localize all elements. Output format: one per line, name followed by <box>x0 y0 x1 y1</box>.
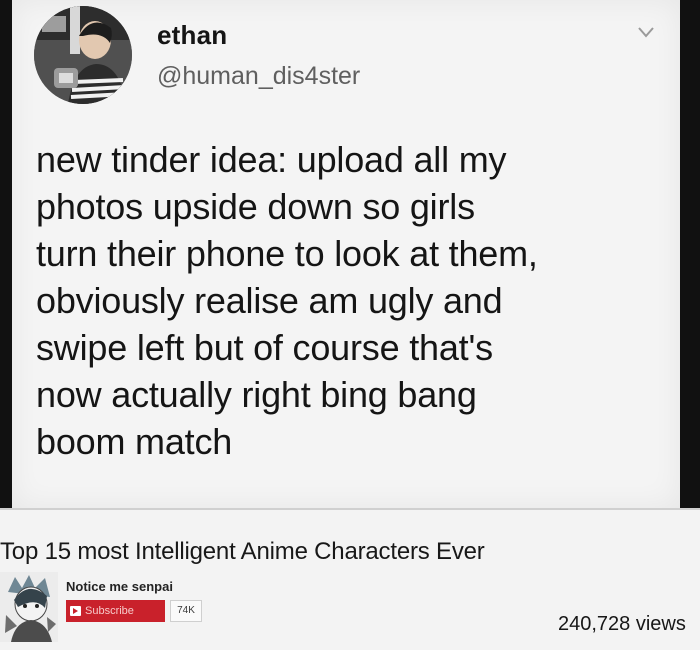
anime-avatar-icon <box>0 572 58 642</box>
video-title[interactable]: Top 15 most Intelligent Anime Characters… <box>0 538 485 566</box>
user-handle[interactable]: @human_dis4ster <box>157 62 360 91</box>
video-info-panel: Top 15 most Intelligent Anime Characters… <box>0 510 700 650</box>
user-avatar[interactable] <box>34 6 132 104</box>
display-name[interactable]: ethan <box>157 20 227 51</box>
play-icon <box>70 606 81 616</box>
tweet-line: obviously realise am ugly and <box>36 280 503 321</box>
user-photo-icon <box>34 6 132 104</box>
channel-avatar[interactable] <box>0 572 58 642</box>
tweet-line: turn their phone to look at them, <box>36 233 538 274</box>
channel-name[interactable]: Notice me senpai <box>66 579 173 594</box>
tweet-screenshot-frame: ethan @human_dis4ster new tinder idea: u… <box>0 0 700 508</box>
tweet-line: photos upside down so girls <box>36 186 475 227</box>
subscribe-button[interactable]: Subscribe <box>66 600 165 622</box>
tweet-line: new tinder idea: upload all my <box>36 139 507 180</box>
subscriber-count: 74K <box>170 600 202 622</box>
tweet-text: new tinder idea: upload all my photos up… <box>36 136 666 465</box>
subscribe-label: Subscribe <box>85 605 134 617</box>
tweet-line: swipe left but of course that's <box>36 327 493 368</box>
chevron-down-icon[interactable] <box>634 22 658 42</box>
tweet-card: ethan @human_dis4ster new tinder idea: u… <box>12 0 680 508</box>
tweet-line: now actually right bing bang <box>36 374 477 415</box>
view-count: 240,728 views <box>558 613 686 635</box>
tweet-line: boom match <box>36 421 233 462</box>
